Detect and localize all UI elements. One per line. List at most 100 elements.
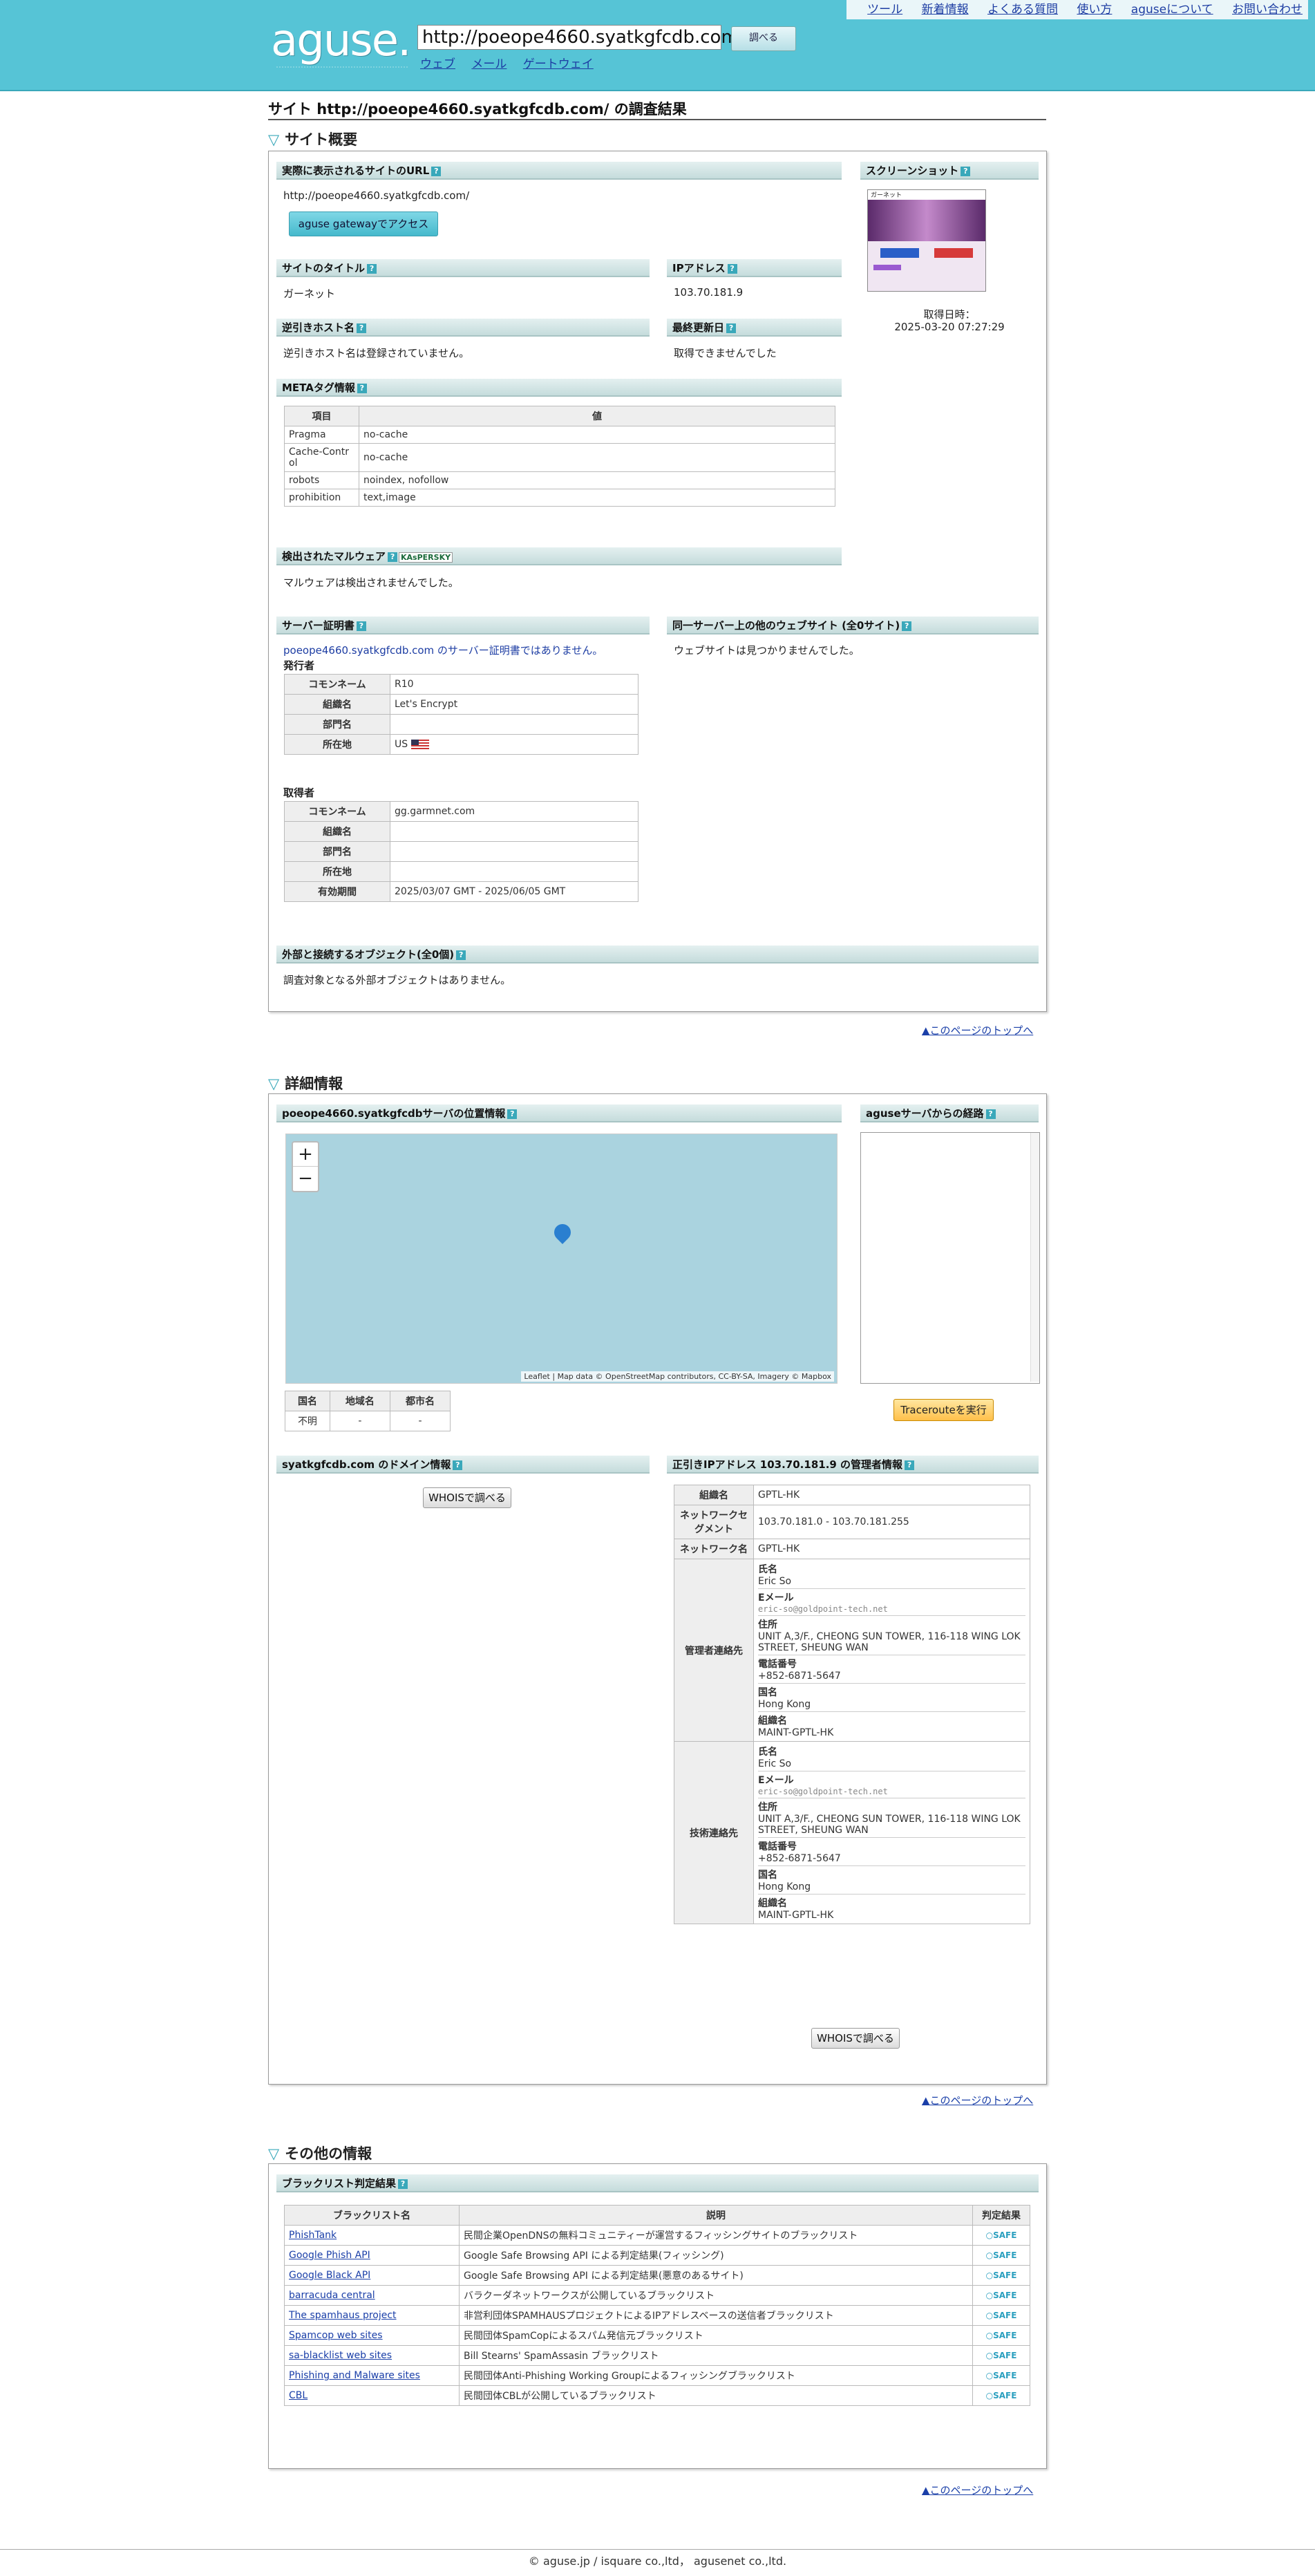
blacklist-link[interactable]: sa-blacklist web sites [289, 2350, 392, 2361]
help-icon[interactable]: ? [985, 1109, 996, 1119]
help-icon[interactable]: ? [902, 621, 912, 631]
blacklist-bar: ブラックリスト判定結果? [276, 2174, 1039, 2192]
section-summary-label: サイト概要 [285, 131, 358, 148]
location-label: poeope4660.syatkgfcdbサーバの位置情報 [282, 1107, 506, 1120]
traceroute-button[interactable]: Tracerouteを実行 [893, 1399, 994, 1421]
url-input[interactable]: http://poeope4660.syatkgfcdb.com/ [417, 25, 745, 50]
help-icon[interactable]: ? [357, 383, 367, 393]
location-table: 国名 地域名 都市名 不明 - - [285, 1391, 451, 1431]
gateway-access-button[interactable]: aguse gatewayでアクセス [289, 211, 438, 236]
table-row: CBL 民間団体CBLが公開しているブラックリスト ○SAFE [284, 2385, 1030, 2406]
blacklist-link[interactable]: Spamcop web sites [289, 2330, 383, 2341]
whois-button[interactable]: WHOISで調べる [423, 1487, 511, 1508]
map-zoom-control: + − [292, 1141, 319, 1192]
help-icon[interactable]: ? [727, 263, 737, 274]
whois-button-ip[interactable]: WHOISで調べる [811, 2028, 900, 2049]
nav-howto[interactable]: 使い方 [1077, 3, 1112, 17]
blacklist-link[interactable]: Google Phish API [289, 2250, 370, 2261]
web-link[interactable]: ウェブ [420, 57, 455, 71]
table-row: Spamcop web sites 民間団体SpamCopによるスパム発信元ブラッ… [284, 2325, 1030, 2346]
blacklist-link[interactable]: barracuda central [289, 2290, 375, 2301]
subject-table: コモンネーム gg.garmnet.com 組織名 部門名 所在地 有効期間 202… [284, 801, 638, 902]
cert-label: サーバー証明書 [282, 619, 354, 632]
admin-contact-cell: 氏名 Eric So Eメール eric-so@goldpoint-tech.n… [753, 1559, 1030, 1742]
loc-header-region: 地域名 [329, 1391, 390, 1411]
table-row: Phishing and Malware sites 民間団体Anti-Phish… [284, 2365, 1030, 2386]
search-button[interactable]: 調べる [731, 26, 796, 51]
help-icon[interactable]: ? [388, 552, 398, 562]
nav-tools[interactable]: ツール [867, 3, 902, 17]
contact-org-label: 組織名 [758, 1715, 787, 1727]
meta-value: text,image [359, 489, 835, 507]
contact-address-label: 住所 [758, 1802, 777, 1813]
site-title-label: サイトのタイトル [282, 262, 366, 274]
table-row: 不明 - - [285, 1411, 451, 1431]
gateway-link[interactable]: ゲートウェイ [523, 57, 594, 71]
blacklist-link[interactable]: The spamhaus project [289, 2310, 397, 2321]
blacklist-link[interactable]: Phishing and Malware sites [289, 2370, 420, 2381]
help-icon[interactable]: ? [356, 621, 366, 631]
loc-header-country: 国名 [285, 1391, 330, 1411]
us-flag-icon [410, 740, 429, 749]
help-icon[interactable]: ? [357, 323, 367, 333]
triangle-down-icon: ▽ [268, 131, 280, 148]
blacklist-link[interactable]: Google Black API [289, 2270, 370, 2281]
table-row: PhishTank 民間企業OpenDNSの無料コミュニティーが運営するフィッシン… [284, 2225, 1030, 2246]
nav-about[interactable]: aguseについて [1131, 3, 1213, 17]
loc-header-city: 都市名 [389, 1391, 451, 1411]
route-scrollbar[interactable] [1030, 1133, 1039, 1382]
table-row: ネットワーク名 GPTL-HK [674, 1539, 1030, 1559]
screenshot-bar: スクリーンショット? [860, 162, 1039, 180]
map-pin-icon[interactable] [551, 1221, 574, 1244]
blacklist-desc: Google Safe Browsing API による判定結果(悪意のあるサイ… [459, 2265, 973, 2286]
nav-contact[interactable]: お問い合わせ [1232, 3, 1303, 17]
zoom-out-button[interactable]: − [293, 1167, 318, 1190]
title-divider [268, 119, 1046, 120]
help-icon[interactable]: ? [431, 166, 442, 176]
pagetop-link[interactable]: ▲このページのトップへ [922, 1024, 1033, 1037]
table-row: Google Black API Google Safe Browsing API… [284, 2265, 1030, 2286]
ip-value: 103.70.181.9 [674, 286, 744, 299]
issuer-value: US [395, 739, 408, 750]
contact-address-label: 住所 [758, 1619, 777, 1630]
safe-badge: ○SAFE [985, 2271, 1017, 2280]
loc-region: - [329, 1411, 390, 1431]
cert-note: poeope4660.syatkgfcdb.com のサーバー証明書ではありませ… [283, 644, 603, 657]
blacklist-link[interactable]: PhishTank [289, 2230, 337, 2241]
map-attribution: Leaflet | Map data © OpenStreetMap contr… [521, 1371, 834, 1382]
real-url-value: http://poeope4660.syatkgfcdb.com/ [283, 189, 470, 202]
subject-value: gg.garmnet.com [390, 801, 638, 822]
section-other-label: その他の情報 [285, 2145, 372, 2162]
route-output[interactable] [860, 1132, 1040, 1384]
help-icon[interactable]: ? [367, 263, 377, 274]
help-icon[interactable]: ? [905, 1460, 915, 1470]
aguse-logo[interactable]: aguse. [271, 15, 411, 66]
location-map[interactable]: + − Leaflet | Map data © OpenStreetMap c… [285, 1134, 838, 1384]
meta-key: robots [284, 471, 359, 489]
help-icon[interactable]: ? [726, 323, 737, 333]
screenshot-blue-button [880, 248, 919, 258]
table-row: ネットワークセグメント 103.70.181.0 - 103.70.181.255 [674, 1505, 1030, 1539]
table-row: 組織名 GPTL-HK [674, 1485, 1030, 1505]
netname-key: ネットワーク名 [674, 1539, 754, 1559]
nav-faq[interactable]: よくある質問 [987, 3, 1058, 17]
meta-key: Cache-Control [284, 443, 359, 472]
help-icon[interactable]: ? [456, 950, 466, 960]
blacklist-link[interactable]: CBL [289, 2390, 308, 2401]
table-row: robots noindex, nofollow [284, 471, 835, 489]
pagetop-link[interactable]: ▲このページのトップへ [922, 2094, 1033, 2107]
site-screenshot[interactable]: ガーネット [867, 189, 986, 292]
pagetop-link[interactable]: ▲このページのトップへ [922, 2484, 1033, 2497]
zoom-in-button[interactable]: + [293, 1143, 318, 1167]
help-icon[interactable]: ? [453, 1460, 463, 1470]
nav-news[interactable]: 新着情報 [922, 3, 969, 17]
mail-link[interactable]: メール [471, 57, 507, 71]
table-row: Cache-Control no-cache [284, 443, 835, 472]
segment-value: 103.70.181.0 - 103.70.181.255 [753, 1505, 1030, 1539]
blacklist-header-desc: 説明 [459, 2205, 973, 2226]
help-icon[interactable]: ? [507, 1109, 518, 1119]
help-icon[interactable]: ? [398, 2179, 408, 2189]
org-key: 組織名 [674, 1485, 754, 1505]
help-icon[interactable]: ? [961, 166, 971, 176]
meta-label: METAタグ情報 [282, 382, 355, 394]
